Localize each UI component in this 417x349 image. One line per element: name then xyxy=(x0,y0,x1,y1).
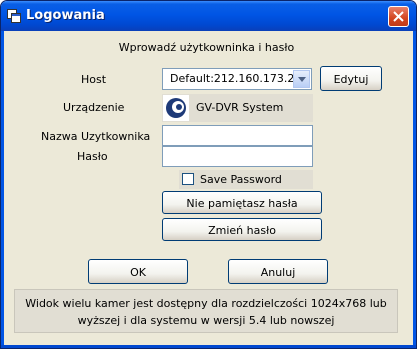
device-name: GV-DVR System xyxy=(196,101,284,114)
password-field[interactable] xyxy=(162,146,313,167)
ok-button-label: OK xyxy=(130,266,146,279)
host-select[interactable]: Default:212.160.173.2↵ xyxy=(162,68,312,90)
forgot-password-button-label: Nie pamiętasz hasła xyxy=(186,197,298,210)
close-icon xyxy=(393,11,404,22)
window-title: Logowania xyxy=(26,8,105,23)
window-border-right xyxy=(413,31,416,348)
geovision-logo-icon xyxy=(163,95,189,121)
change-password-button-label: Zmień hasło xyxy=(208,224,276,237)
forgot-password-button[interactable]: Nie pamiętasz hasła xyxy=(162,191,322,214)
device-label: Urządzenie xyxy=(63,101,125,114)
host-select-value: Default:212.160.173.2↵ xyxy=(170,72,294,85)
info-line-2: wyższej i dla systemu w wersji 5.4 lub n… xyxy=(77,314,335,327)
host-dropdown-button[interactable] xyxy=(293,70,310,88)
username-field[interactable] xyxy=(162,125,313,146)
host-label: Host xyxy=(81,73,107,86)
edit-host-button-label: Edytuj xyxy=(333,73,369,86)
save-password-label[interactable]: Save Password xyxy=(200,173,282,186)
change-password-button[interactable]: Zmień hasło xyxy=(162,218,322,241)
window-border-left xyxy=(1,31,4,348)
cancel-button[interactable]: Anuluj xyxy=(228,259,328,284)
device-display: GV-DVR System xyxy=(162,94,313,122)
dialog-heading: Wprowadź użytkowninka i hasło xyxy=(118,41,295,54)
edit-host-button[interactable]: Edytuj xyxy=(320,66,382,91)
close-button[interactable] xyxy=(388,6,409,27)
chevron-down-icon xyxy=(298,77,306,82)
login-dialog: Logowania Wprowadź użytkowninka i hasło … xyxy=(0,0,417,349)
ok-button[interactable]: OK xyxy=(88,259,188,284)
password-label: Hasło xyxy=(77,150,108,163)
app-icon xyxy=(7,9,21,23)
info-line-1: Widok wielu kamer jest dostępny dla rozd… xyxy=(25,297,387,310)
save-password-row: Save Password xyxy=(179,170,313,189)
resolution-info-panel: Widok wielu kamer jest dostępny dla rozd… xyxy=(14,289,398,333)
window-border-bottom xyxy=(1,345,416,348)
save-password-checkbox[interactable] xyxy=(182,173,194,185)
cancel-button-label: Anuluj xyxy=(260,266,296,279)
title-bar[interactable]: Logowania xyxy=(1,1,416,31)
username-label: Nazwa Uzytkownika xyxy=(41,130,151,143)
